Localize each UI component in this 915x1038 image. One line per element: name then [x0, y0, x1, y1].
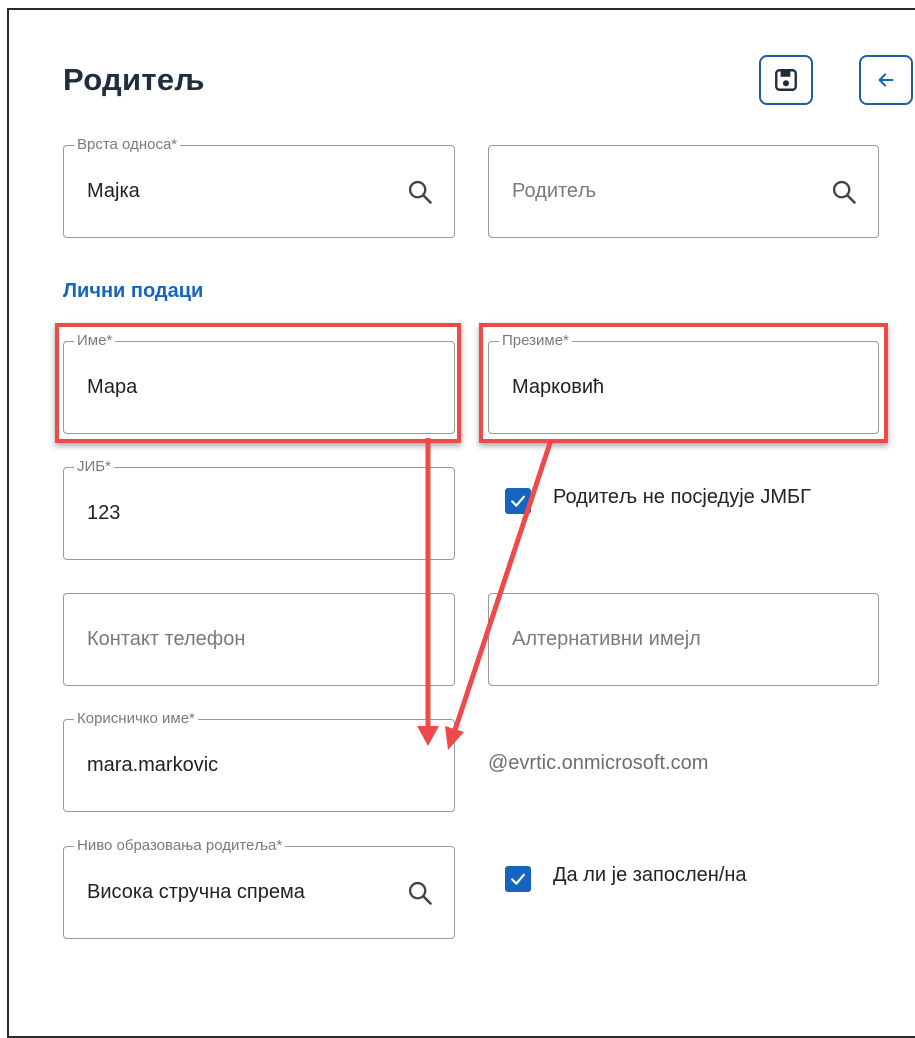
first-name-highlight: [55, 323, 461, 443]
check-icon: [511, 873, 525, 885]
no-jmbg-label: Родитељ не посједује ЈМБГ: [553, 486, 811, 508]
employed-checkbox[interactable]: [505, 866, 531, 892]
search-icon[interactable]: [406, 879, 434, 907]
no-jmbg-checkbox-row[interactable]: Родитељ не посједује ЈМБГ: [505, 486, 811, 514]
save-icon: [775, 69, 797, 91]
contact-phone-input[interactable]: [87, 625, 396, 654]
employed-checkbox-row[interactable]: Да ли је запослен/на: [505, 864, 747, 892]
parent-search-field[interactable]: [488, 145, 879, 238]
jib-input[interactable]: [87, 499, 396, 528]
search-icon[interactable]: [830, 178, 858, 206]
relation-type-input[interactable]: [87, 177, 396, 206]
jib-field[interactable]: ЈИБ*: [63, 458, 455, 560]
education-field[interactable]: Ниво образовања родитеља*: [63, 837, 455, 939]
search-icon[interactable]: [406, 178, 434, 206]
username-label: Корисничко име*: [74, 710, 198, 728]
page-title: Родитељ: [63, 62, 205, 97]
username-field[interactable]: Корисничко име*: [63, 710, 455, 812]
save-button[interactable]: [759, 55, 813, 105]
email-domain-suffix: @evrtic.onmicrosoft.com: [488, 752, 709, 774]
employed-label: Да ли је запослен/на: [553, 864, 747, 886]
education-input[interactable]: [87, 878, 396, 907]
check-icon: [511, 495, 525, 507]
alt-email-field[interactable]: [488, 593, 879, 686]
jib-label: ЈИБ*: [74, 458, 114, 476]
contact-phone-field[interactable]: [63, 593, 455, 686]
no-jmbg-checkbox[interactable]: [505, 488, 531, 514]
arrow-left-icon: [878, 73, 894, 87]
relation-type-field[interactable]: Врста односа*: [63, 136, 455, 238]
education-label: Ниво образовања родитеља*: [74, 837, 286, 855]
alt-email-input[interactable]: [512, 625, 820, 654]
parent-search-input[interactable]: [512, 177, 820, 206]
relation-type-label: Врста односа*: [74, 136, 181, 154]
last-name-highlight: [479, 323, 888, 443]
username-input[interactable]: [87, 751, 396, 780]
back-button[interactable]: [859, 55, 913, 105]
section-title-personal: Лични подаци: [63, 280, 204, 302]
